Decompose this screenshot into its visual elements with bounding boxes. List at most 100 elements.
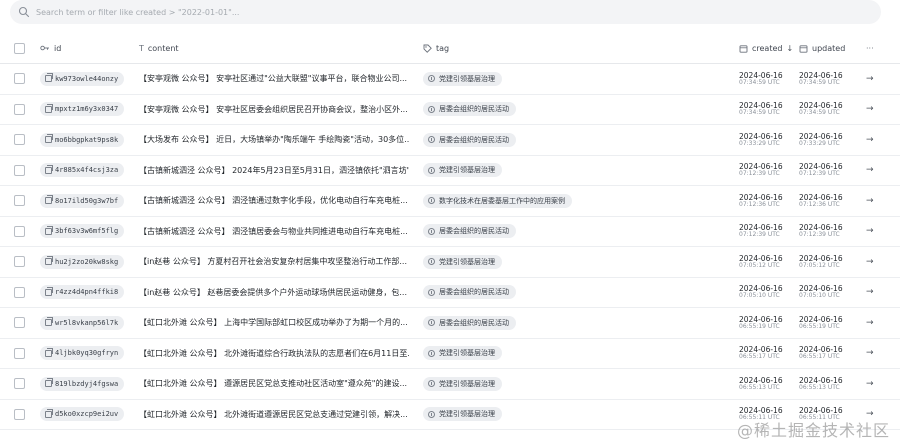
row-checkbox[interactable] — [14, 286, 25, 298]
copy-icon — [45, 256, 53, 266]
arrow-right-icon[interactable]: → — [866, 165, 874, 175]
records-table: id T content tag created ↓ updated ··· k… — [0, 33, 900, 430]
tag-pill[interactable]: 党建引领基层治理 — [423, 71, 502, 86]
record-tag: 居委会组织的居民活动 — [439, 105, 509, 114]
record-content: 【in赵巷 公众号】 方夏村召开社会治安复杂村居集中攻坚整治行动工作部... — [139, 257, 408, 267]
arrow-right-icon[interactable]: → — [866, 135, 874, 145]
row-checkbox[interactable] — [14, 256, 25, 268]
copy-icon — [45, 378, 53, 388]
tag-pill[interactable]: 党建引领基层治理 — [423, 407, 502, 422]
table-header: id T content tag created ↓ updated ··· — [0, 33, 900, 64]
tag-pill[interactable]: 党建引领基层治理 — [423, 254, 502, 269]
table-row[interactable]: 4ljbk0yq30gfryn 【虹口北外滩 公众号】 北外滩街道综合行政执法队… — [0, 339, 900, 369]
arrow-right-icon[interactable]: → — [866, 348, 874, 358]
sort-desc-icon[interactable]: ↓ — [786, 44, 793, 53]
arrow-right-icon[interactable]: → — [866, 318, 874, 328]
info-icon — [428, 197, 435, 205]
tag-pill[interactable]: 党建引领基层治理 — [423, 346, 502, 361]
row-checkbox[interactable] — [14, 103, 25, 115]
arrow-right-icon[interactable]: → — [866, 104, 874, 114]
row-checkbox[interactable] — [14, 164, 25, 176]
search-input[interactable] — [36, 7, 636, 17]
table-row[interactable]: kw973owle44onzy 【安亭观微 公众号】 安亭社区通过"公益大联盟"… — [0, 64, 900, 95]
arrow-right-icon[interactable]: → — [866, 226, 874, 236]
info-icon — [428, 166, 435, 174]
record-tag: 居委会组织的居民活动 — [439, 227, 509, 236]
search-bar[interactable] — [10, 0, 881, 24]
record-id: 819lbzdyj4fgswa — [55, 379, 119, 388]
row-checkbox[interactable] — [14, 73, 25, 85]
id-pill[interactable]: r4zz4d4pn4ffki8 — [40, 285, 125, 300]
column-header-updated[interactable]: updated — [799, 44, 866, 53]
updated-time: 07:34:59 UTC — [799, 109, 840, 117]
row-checkbox[interactable] — [14, 134, 25, 146]
record-id: mpxtz1m6y3x0347 — [55, 105, 119, 114]
tag-pill[interactable]: 居委会组织的居民活动 — [423, 102, 516, 117]
record-tag: 居委会组织的居民活动 — [439, 288, 509, 297]
id-pill[interactable]: 819lbzdyj4fgswa — [40, 376, 125, 391]
id-pill[interactable]: 3bf63v3w6mf5flg — [40, 224, 125, 239]
column-label-created: created — [752, 43, 783, 53]
table-row[interactable]: hu2j2zo20kw8skg 【in赵巷 公众号】 方夏村召开社会治安复杂村居… — [0, 247, 900, 278]
row-checkbox[interactable] — [14, 347, 25, 359]
tag-pill[interactable]: 党建引领基层治理 — [423, 163, 502, 178]
created-time: 07:33:29 UTC — [739, 139, 780, 147]
column-label-id: id — [54, 43, 62, 53]
record-content: 【古镇新城泗泾 公众号】 泗泾镇通过数字化手段，优化电动自行车充电桩... — [139, 196, 408, 206]
id-pill[interactable]: 4r885x4f4csj3za — [40, 163, 125, 178]
column-header-tag[interactable]: tag — [423, 44, 739, 53]
created-time: 07:34:59 UTC — [739, 78, 780, 86]
created-time: 07:34:59 UTC — [739, 109, 780, 117]
record-content: 【虹口北外滩 公众号】 上海中学国际部虹口校区成功举办了为期一个月的... — [139, 318, 408, 328]
column-header-created[interactable]: created ↓ — [739, 44, 799, 53]
id-pill[interactable]: hu2j2zo20kw8skg — [40, 254, 125, 269]
column-header-content[interactable]: T content — [139, 44, 423, 53]
row-checkbox[interactable] — [14, 378, 25, 390]
table-row[interactable]: 4r885x4f4csj3za 【古镇新城泗泾 公众号】 2024年5月23日至… — [0, 156, 900, 186]
select-all-checkbox[interactable] — [14, 42, 25, 54]
text-type-icon: T — [139, 43, 144, 53]
search-icon — [18, 6, 30, 18]
row-checkbox[interactable] — [14, 225, 25, 237]
tag-pill[interactable]: 党建引领基层治理 — [423, 376, 502, 391]
copy-icon — [45, 317, 53, 327]
arrow-right-icon[interactable]: → — [866, 287, 874, 297]
more-options-icon[interactable]: ··· — [866, 44, 874, 53]
record-id: d5ko0xzcp9ei2uv — [55, 410, 119, 419]
table-row[interactable]: mpxtz1m6y3x0347 【安亭观微 公众号】 安亭社区居委会组织居民召开… — [0, 95, 900, 125]
id-pill[interactable]: 4ljbk0yq30gfryn — [40, 346, 125, 361]
table-row[interactable]: r4zz4d4pn4ffki8 【in赵巷 公众号】 赵巷居委会提供多个户外运动… — [0, 278, 900, 308]
table-row[interactable]: 819lbzdyj4fgswa 【虹口北外滩 公众号】 遵源居民区党总支推动社区… — [0, 369, 900, 400]
row-checkbox[interactable] — [14, 195, 25, 207]
arrow-right-icon[interactable]: → — [866, 257, 874, 267]
id-pill[interactable]: mo6bbgpkat9ps8k — [40, 132, 125, 147]
table-row[interactable]: 8o17ild50g3w7bf 【古镇新城泗泾 公众号】 泗泾镇通过数字化手段，… — [0, 186, 900, 217]
id-pill[interactable]: mpxtz1m6y3x0347 — [40, 102, 125, 117]
table-row[interactable]: mo6bbgpkat9ps8k 【大场发布 公众号】 近日，大场镇举办"陶乐端午… — [0, 125, 900, 156]
record-tag: 党建引领基层治理 — [439, 349, 495, 358]
tag-pill[interactable]: 居委会组织的居民活动 — [423, 224, 516, 239]
row-checkbox[interactable] — [14, 408, 25, 420]
tag-pill[interactable]: 数字化技术在居委基层工作中的应用案例 — [423, 193, 572, 208]
info-icon — [428, 380, 435, 388]
info-icon — [428, 105, 435, 113]
table-row[interactable]: 3bf63v3w6mf5flg 【古镇新城泗泾 公众号】 泗泾镇居委会与物业共同… — [0, 217, 900, 247]
arrow-right-icon[interactable]: → — [866, 74, 874, 84]
arrow-right-icon[interactable]: → — [866, 196, 874, 206]
key-icon — [40, 45, 49, 51]
column-header-id[interactable]: id — [40, 44, 139, 53]
id-pill[interactable]: wr5l8vkanp56l7k — [40, 315, 125, 330]
id-pill[interactable]: d5ko0xzcp9ei2uv — [40, 407, 125, 422]
tag-pill[interactable]: 居委会组织的居民活动 — [423, 132, 516, 147]
record-id: mo6bbgpkat9ps8k — [55, 135, 119, 144]
row-checkbox[interactable] — [14, 317, 25, 329]
updated-time: 06:55:19 UTC — [799, 322, 840, 330]
table-row[interactable]: wr5l8vkanp56l7k 【虹口北外滩 公众号】 上海中学国际部虹口校区成… — [0, 308, 900, 339]
tag-pill[interactable]: 居委会组织的居民活动 — [423, 285, 516, 300]
arrow-right-icon[interactable]: → — [866, 379, 874, 389]
record-tag: 党建引领基层治理 — [439, 379, 495, 388]
id-pill[interactable]: 8o17ild50g3w7bf — [40, 193, 125, 208]
id-pill[interactable]: kw973owle44onzy — [40, 71, 125, 86]
tag-pill[interactable]: 居委会组织的居民活动 — [423, 315, 516, 330]
created-time: 06:55:17 UTC — [739, 353, 780, 361]
